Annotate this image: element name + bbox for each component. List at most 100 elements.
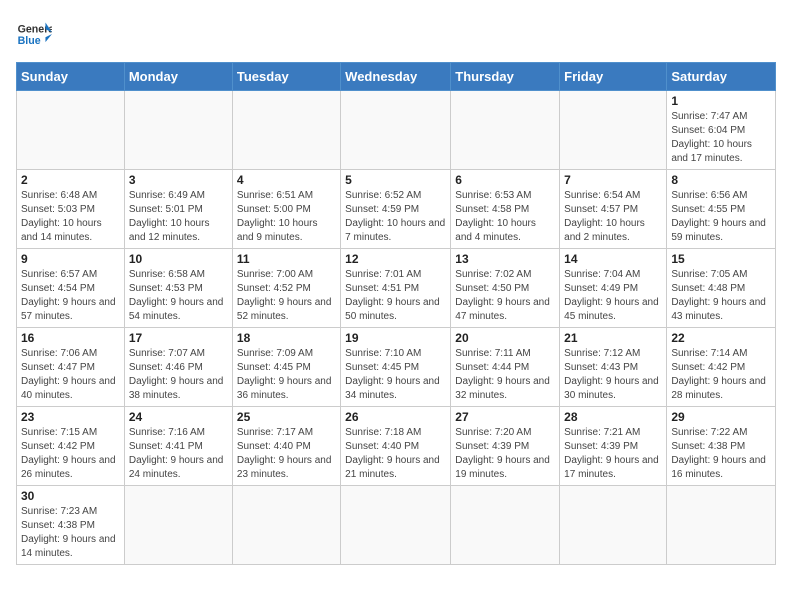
calendar-cell: 3 Sunrise: 6:49 AM Sunset: 5:01 PM Daylig… (124, 170, 232, 249)
day-info: Sunrise: 7:23 AM Sunset: 4:38 PM Dayligh… (21, 505, 120, 561)
calendar-cell (232, 486, 340, 565)
calendar-cell (560, 486, 667, 565)
day-info: Sunrise: 6:48 AM Sunset: 5:03 PM Dayligh… (21, 189, 120, 245)
day-number: 17 (129, 331, 228, 345)
calendar-cell: 14 Sunrise: 7:04 AM Sunset: 4:49 PM Dayli… (560, 249, 667, 328)
calendar-week-row: 9Sunrise: 6:57 AM Sunset: 4:54 PM Daylig… (17, 249, 776, 328)
day-number: 26 (345, 410, 446, 424)
calendar-cell: 5 Sunrise: 6:52 AM Sunset: 4:59 PM Daylig… (341, 170, 451, 249)
day-number: 22 (671, 331, 771, 345)
calendar-table: SundayMondayTuesdayWednesdayThursdayFrid… (16, 62, 776, 565)
day-info: Sunrise: 6:52 AM Sunset: 4:59 PM Dayligh… (345, 189, 446, 245)
calendar-cell: 13 Sunrise: 7:02 AM Sunset: 4:50 PM Dayli… (451, 249, 560, 328)
day-info: Sunrise: 6:58 AM Sunset: 4:53 PM Dayligh… (129, 268, 228, 324)
calendar-cell: 24 Sunrise: 7:16 AM Sunset: 4:41 PM Dayli… (124, 407, 232, 486)
day-number: 20 (455, 331, 555, 345)
day-info: Sunrise: 7:12 AM Sunset: 4:43 PM Dayligh… (564, 347, 662, 403)
weekday-header-saturday: Saturday (667, 63, 776, 91)
calendar-cell: 28Sunrise: 7:21 AM Sunset: 4:39 PM Dayli… (560, 407, 667, 486)
day-info: Sunrise: 7:05 AM Sunset: 4:48 PM Dayligh… (671, 268, 771, 324)
calendar-cell: 7 Sunrise: 6:54 AM Sunset: 4:57 PM Daylig… (560, 170, 667, 249)
day-info: Sunrise: 7:07 AM Sunset: 4:46 PM Dayligh… (129, 347, 228, 403)
day-info: Sunrise: 7:10 AM Sunset: 4:45 PM Dayligh… (345, 347, 446, 403)
day-number: 13 (455, 252, 555, 266)
day-info: Sunrise: 6:56 AM Sunset: 4:55 PM Dayligh… (671, 189, 771, 245)
day-info: Sunrise: 6:49 AM Sunset: 5:01 PM Dayligh… (129, 189, 228, 245)
calendar-cell: 19 Sunrise: 7:10 AM Sunset: 4:45 PM Dayli… (341, 328, 451, 407)
day-info: Sunrise: 7:01 AM Sunset: 4:51 PM Dayligh… (345, 268, 446, 324)
day-number: 3 (129, 173, 228, 187)
day-info: Sunrise: 7:15 AM Sunset: 4:42 PM Dayligh… (21, 426, 120, 482)
day-number: 16 (21, 331, 120, 345)
calendar-cell: 12Sunrise: 7:01 AM Sunset: 4:51 PM Dayli… (341, 249, 451, 328)
day-info: Sunrise: 7:18 AM Sunset: 4:40 PM Dayligh… (345, 426, 446, 482)
calendar-cell: 26 Sunrise: 7:18 AM Sunset: 4:40 PM Dayli… (341, 407, 451, 486)
logo: General Blue (16, 16, 52, 52)
day-info: Sunrise: 7:00 AM Sunset: 4:52 PM Dayligh… (237, 268, 336, 324)
day-info: Sunrise: 7:14 AM Sunset: 4:42 PM Dayligh… (671, 347, 771, 403)
weekday-header-wednesday: Wednesday (341, 63, 451, 91)
calendar-cell: 1Sunrise: 7:47 AM Sunset: 6:04 PM Daylig… (667, 91, 776, 170)
day-info: Sunrise: 7:04 AM Sunset: 4:49 PM Dayligh… (564, 268, 662, 324)
calendar-cell (451, 91, 560, 170)
calendar-cell: 22 Sunrise: 7:14 AM Sunset: 4:42 PM Dayli… (667, 328, 776, 407)
weekday-header-friday: Friday (560, 63, 667, 91)
day-number: 10 (129, 252, 228, 266)
calendar-cell (232, 91, 340, 170)
calendar-cell (341, 91, 451, 170)
day-number: 19 (345, 331, 446, 345)
calendar-cell (341, 486, 451, 565)
day-number: 27 (455, 410, 555, 424)
day-number: 25 (237, 410, 336, 424)
day-number: 15 (671, 252, 771, 266)
calendar-cell: 16 Sunrise: 7:06 AM Sunset: 4:47 PM Dayli… (17, 328, 125, 407)
day-number: 18 (237, 331, 336, 345)
calendar-cell: 2 Sunrise: 6:48 AM Sunset: 5:03 PM Daylig… (17, 170, 125, 249)
calendar-week-row: 23 Sunrise: 7:15 AM Sunset: 4:42 PM Dayli… (17, 407, 776, 486)
calendar-cell (560, 91, 667, 170)
day-info: Sunrise: 7:09 AM Sunset: 4:45 PM Dayligh… (237, 347, 336, 403)
day-number: 8 (671, 173, 771, 187)
calendar-cell (124, 486, 232, 565)
calendar-week-row: 1Sunrise: 7:47 AM Sunset: 6:04 PM Daylig… (17, 91, 776, 170)
calendar-week-row: 2 Sunrise: 6:48 AM Sunset: 5:03 PM Daylig… (17, 170, 776, 249)
calendar-cell (667, 486, 776, 565)
calendar-cell: 11 Sunrise: 7:00 AM Sunset: 4:52 PM Dayli… (232, 249, 340, 328)
calendar-cell: 10 Sunrise: 6:58 AM Sunset: 4:53 PM Dayli… (124, 249, 232, 328)
day-number: 2 (21, 173, 120, 187)
day-info: Sunrise: 7:06 AM Sunset: 4:47 PM Dayligh… (21, 347, 120, 403)
calendar-cell: 8 Sunrise: 6:56 AM Sunset: 4:55 PM Daylig… (667, 170, 776, 249)
weekday-header-tuesday: Tuesday (232, 63, 340, 91)
day-info: Sunrise: 7:02 AM Sunset: 4:50 PM Dayligh… (455, 268, 555, 324)
page-header: General Blue (16, 16, 776, 52)
day-info: Sunrise: 7:20 AM Sunset: 4:39 PM Dayligh… (455, 426, 555, 482)
weekday-header-sunday: Sunday (17, 63, 125, 91)
calendar-header-row: SundayMondayTuesdayWednesdayThursdayFrid… (17, 63, 776, 91)
day-number: 4 (237, 173, 336, 187)
calendar-cell: 15 Sunrise: 7:05 AM Sunset: 4:48 PM Dayli… (667, 249, 776, 328)
day-number: 5 (345, 173, 446, 187)
day-info: Sunrise: 6:53 AM Sunset: 4:58 PM Dayligh… (455, 189, 555, 245)
calendar-cell: 6 Sunrise: 6:53 AM Sunset: 4:58 PM Daylig… (451, 170, 560, 249)
day-info: Sunrise: 7:21 AM Sunset: 4:39 PM Dayligh… (564, 426, 662, 482)
day-number: 9 (21, 252, 120, 266)
day-info: Sunrise: 6:54 AM Sunset: 4:57 PM Dayligh… (564, 189, 662, 245)
day-number: 11 (237, 252, 336, 266)
day-number: 24 (129, 410, 228, 424)
day-number: 6 (455, 173, 555, 187)
day-number: 14 (564, 252, 662, 266)
calendar-cell (451, 486, 560, 565)
calendar-cell: 21Sunrise: 7:12 AM Sunset: 4:43 PM Dayli… (560, 328, 667, 407)
day-number: 29 (671, 410, 771, 424)
day-number: 1 (671, 94, 771, 108)
calendar-cell: 23 Sunrise: 7:15 AM Sunset: 4:42 PM Dayli… (17, 407, 125, 486)
day-info: Sunrise: 7:16 AM Sunset: 4:41 PM Dayligh… (129, 426, 228, 482)
day-number: 23 (21, 410, 120, 424)
calendar-cell: 17 Sunrise: 7:07 AM Sunset: 4:46 PM Dayli… (124, 328, 232, 407)
calendar-cell (124, 91, 232, 170)
calendar-cell: 9Sunrise: 6:57 AM Sunset: 4:54 PM Daylig… (17, 249, 125, 328)
day-number: 7 (564, 173, 662, 187)
calendar-cell: 29Sunrise: 7:22 AM Sunset: 4:38 PM Dayli… (667, 407, 776, 486)
day-number: 30 (21, 489, 120, 503)
calendar-cell (17, 91, 125, 170)
